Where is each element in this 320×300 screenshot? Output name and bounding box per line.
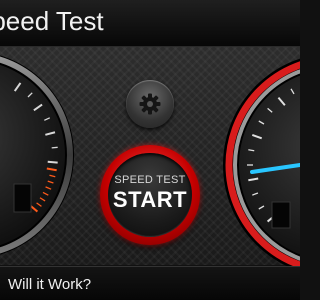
- gear-icon: [139, 93, 161, 115]
- speed-test-app: Speed Test: [0, 0, 300, 300]
- settings-button[interactable]: [126, 80, 174, 128]
- speed-test-start-button[interactable]: SPEED TEST START: [100, 145, 200, 245]
- right-gauge-readout: [271, 201, 291, 229]
- footer-bar[interactable]: Will it Work?: [0, 266, 300, 300]
- start-button-top-label: SPEED TEST: [114, 174, 186, 186]
- footer-text: Will it Work?: [8, 276, 92, 293]
- start-button-label: START: [112, 187, 188, 212]
